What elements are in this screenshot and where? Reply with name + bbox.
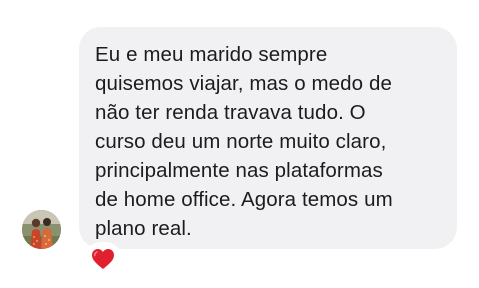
message-line: principalmente nas plataformas <box>95 159 383 182</box>
profile-photo-couple-icon <box>22 210 61 249</box>
message-bubble[interactable]: Eu e meu marido sempre quisemos viajar, … <box>79 27 457 249</box>
message-line: Eu e meu marido sempre <box>95 43 328 66</box>
message-line: quisemos viajar, mas o medo de <box>95 72 392 95</box>
message-line: plano real. <box>95 217 192 240</box>
message-text: Eu e meu marido sempre quisemos viajar, … <box>95 40 447 243</box>
reaction-badge[interactable] <box>86 244 120 274</box>
message-line: de home office. Agora temos um <box>95 188 393 211</box>
sender-avatar[interactable] <box>22 210 61 249</box>
red-heart-icon <box>92 249 114 269</box>
chat-message-row: Eu e meu marido sempre quisemos viajar, … <box>0 0 479 288</box>
message-line: não ter renda travava tudo. O <box>95 101 366 124</box>
message-line: curso deu um norte muito claro, <box>95 130 387 153</box>
